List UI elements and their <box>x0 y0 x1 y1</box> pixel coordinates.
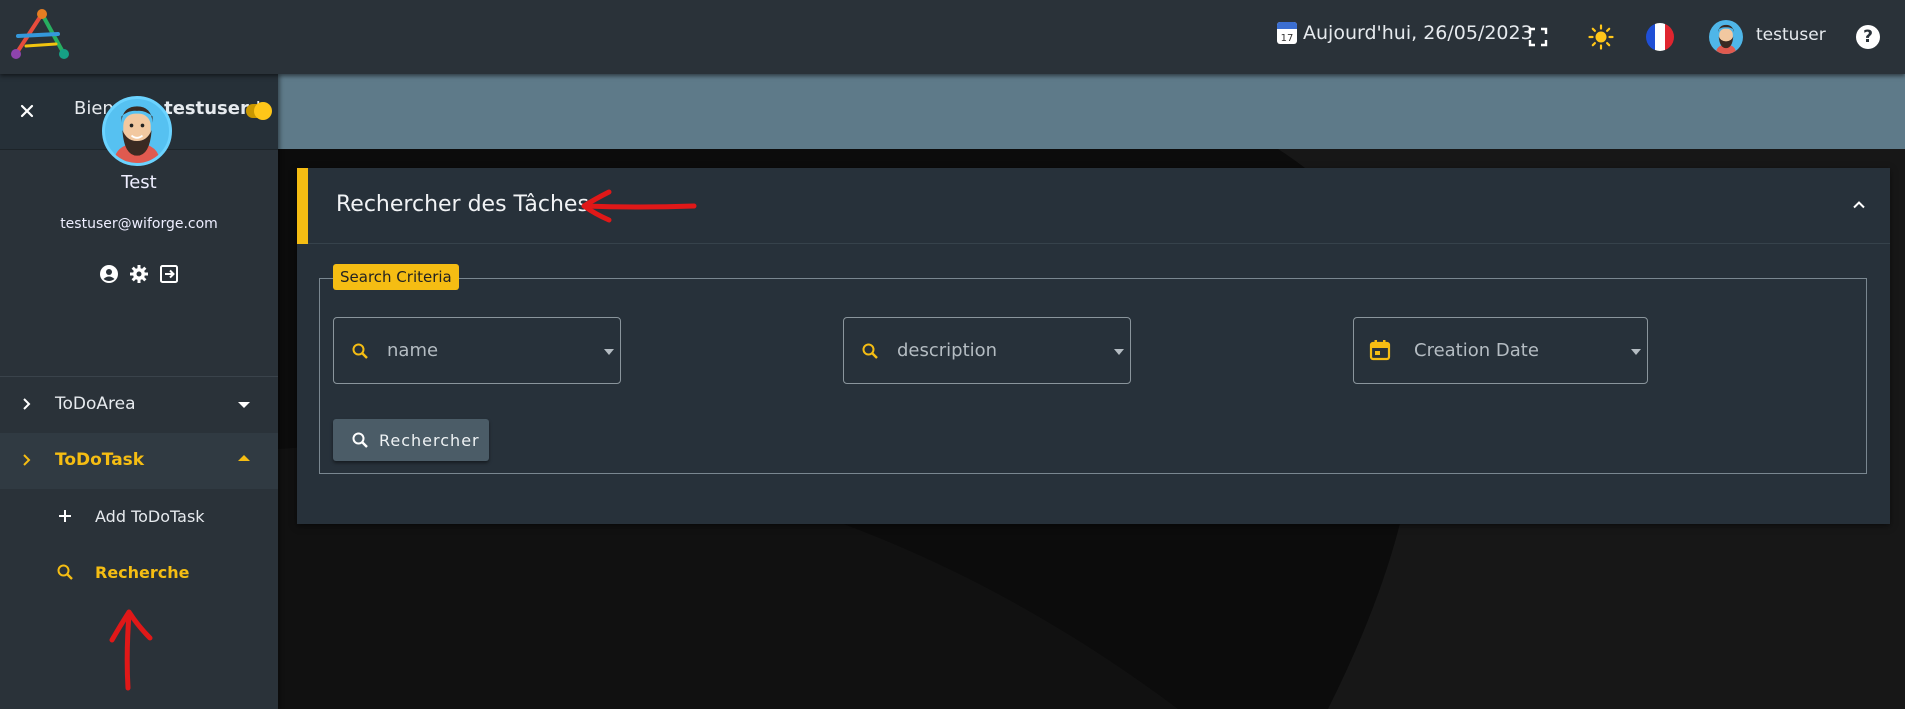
dropdown-arrow-icon[interactable] <box>1114 349 1124 355</box>
dropdown-arrow-icon[interactable] <box>1631 349 1641 355</box>
search-card: Rechercher des Tâches Search Criteria na… <box>297 168 1890 524</box>
page-title: Rechercher des Tâches <box>336 192 589 217</box>
name-field-placeholder: name <box>387 340 439 361</box>
user-avatar[interactable] <box>1709 20 1743 54</box>
sidebar-subitem-recherche[interactable]: Recherche <box>0 545 278 601</box>
app-logo-icon[interactable] <box>6 6 72 64</box>
fullscreen-icon[interactable] <box>1521 20 1555 54</box>
card-accent-bar <box>297 168 308 244</box>
today-date: 17 Aujourd'hui, 26/05/2023 <box>1277 22 1533 44</box>
search-icon <box>352 432 368 448</box>
annotation-arrow-up <box>109 609 153 691</box>
description-search-field[interactable]: description <box>843 317 1131 384</box>
sun-theme-icon[interactable] <box>1584 20 1618 54</box>
sidebar-toggle[interactable] <box>246 102 272 120</box>
chevron-right-icon <box>23 454 31 466</box>
profile-actions <box>99 264 179 284</box>
calendar-icon[interactable] <box>1368 338 1392 362</box>
sidebar-subitem-add-todotask[interactable]: Add ToDoTask <box>0 489 278 545</box>
sidebar-subitem-label: Recherche <box>95 563 190 582</box>
rechercher-button-label: Rechercher <box>379 430 480 450</box>
plus-icon <box>59 510 71 522</box>
sidebar-item-label: ToDoArea <box>55 394 136 414</box>
settings-gear-icon[interactable] <box>129 264 149 284</box>
account-icon[interactable] <box>99 264 119 284</box>
help-icon[interactable]: ? <box>1851 20 1885 54</box>
caret-up-icon <box>238 455 250 461</box>
calendar-icon: 17 <box>1277 22 1297 44</box>
top-bar: 17 Aujourd'hui, 26/05/2023 testuser ? <box>0 0 1905 74</box>
creation-date-placeholder: Creation Date <box>1414 340 1539 361</box>
description-field-placeholder: description <box>897 340 998 361</box>
sidebar-item-todoarea[interactable]: ToDoArea <box>0 377 278 433</box>
sidebar-menu: ToDoArea ToDoTask Add ToDoTask Recherche <box>0 377 278 601</box>
language-flag-icon[interactable] <box>1643 20 1677 54</box>
page-banner <box>278 74 1905 149</box>
sidebar-item-todotask[interactable]: ToDoTask <box>0 433 278 489</box>
profile-email: testuser@wiforge.com <box>60 216 218 232</box>
profile-avatar <box>102 96 172 166</box>
caret-down-icon <box>238 402 250 408</box>
name-search-field[interactable]: name <box>333 317 621 384</box>
dropdown-arrow-icon[interactable] <box>604 349 614 355</box>
close-icon[interactable] <box>17 101 37 121</box>
search-icon <box>352 343 368 359</box>
chevron-right-icon <box>23 398 31 410</box>
rechercher-button[interactable]: Rechercher <box>333 419 489 461</box>
search-icon <box>862 343 878 359</box>
creation-date-field[interactable]: Creation Date <box>1353 317 1648 384</box>
chevron-up-icon[interactable] <box>1850 196 1868 214</box>
topbar-username[interactable]: testuser <box>1756 25 1826 45</box>
profile-name: Test <box>121 172 157 193</box>
sidebar-item-label: ToDoTask <box>55 450 145 470</box>
logout-icon[interactable] <box>159 264 179 284</box>
search-criteria-legend: Search Criteria <box>333 264 459 290</box>
annotation-arrow-left <box>581 189 697 223</box>
search-icon <box>57 564 73 580</box>
welcome-username: testuser <box>164 98 249 119</box>
today-date-text: Aujourd'hui, 26/05/2023 <box>1303 22 1533 44</box>
card-header[interactable]: Rechercher des Tâches <box>297 168 1890 244</box>
sidebar-subitem-label: Add ToDoTask <box>95 507 205 526</box>
sidebar: Bienvenu testuser ! Test testuser@wiforg… <box>0 74 278 709</box>
